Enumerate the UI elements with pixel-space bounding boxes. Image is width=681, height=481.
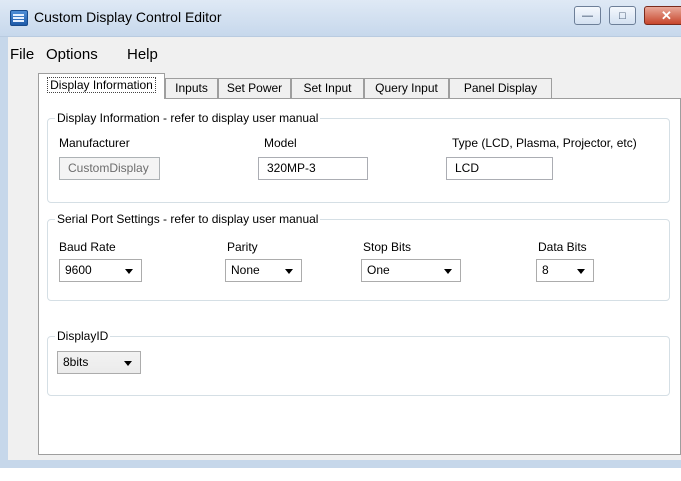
title-bar[interactable]: Custom Display Control Editor — □ ✕ xyxy=(0,0,681,37)
menu-bar: File Options Help xyxy=(8,37,681,63)
chevron-down-icon xyxy=(285,269,293,274)
parity-select[interactable]: None xyxy=(225,259,302,282)
manufacturer-field: CustomDisplay xyxy=(59,157,160,180)
stop-bits-label: Stop Bits xyxy=(363,240,412,254)
menu-help[interactable]: Help xyxy=(127,46,158,63)
maximize-icon: □ xyxy=(619,9,626,22)
tab-panel-display[interactable]: Panel Display xyxy=(449,78,552,98)
displayid-legend: DisplayID xyxy=(55,329,111,343)
minimize-button[interactable]: — xyxy=(574,6,601,25)
menu-options[interactable]: Options xyxy=(46,46,98,63)
serial-port-group: Serial Port Settings - refer to display … xyxy=(47,212,670,301)
baud-rate-value: 9600 xyxy=(65,263,92,277)
stop-bits-value: One xyxy=(367,263,390,277)
tab-set-input[interactable]: Set Input xyxy=(291,78,364,98)
close-button[interactable]: ✕ xyxy=(644,6,681,25)
model-label: Model xyxy=(264,136,297,150)
manufacturer-label: Manufacturer xyxy=(59,136,130,150)
tab-set-power[interactable]: Set Power xyxy=(218,78,291,98)
baud-rate-select[interactable]: 9600 xyxy=(59,259,142,282)
stop-bits-select[interactable]: One xyxy=(361,259,461,282)
serial-port-legend: Serial Port Settings - refer to display … xyxy=(55,212,321,226)
displayid-select[interactable]: 8bits xyxy=(57,351,141,374)
baud-rate-label: Baud Rate xyxy=(59,240,116,254)
data-bits-select[interactable]: 8 xyxy=(536,259,594,282)
display-information-group: Display Information - refer to display u… xyxy=(47,111,670,203)
displayid-group: DisplayID 8bits xyxy=(47,329,670,396)
parity-label: Parity xyxy=(227,240,258,254)
tab-display-information[interactable]: Display Information xyxy=(38,73,165,99)
type-label: Type (LCD, Plasma, Projector, etc) xyxy=(452,136,637,150)
display-information-legend: Display Information - refer to display u… xyxy=(55,111,321,125)
maximize-button[interactable]: □ xyxy=(609,6,636,25)
minimize-icon: — xyxy=(582,9,593,22)
window-title: Custom Display Control Editor xyxy=(34,9,222,25)
parity-value: None xyxy=(231,263,260,277)
chevron-down-icon xyxy=(124,361,132,366)
tab-inputs[interactable]: Inputs xyxy=(165,78,218,98)
displayid-value: 8bits xyxy=(63,355,89,369)
tab-panel: Display Information - refer to display u… xyxy=(38,98,681,455)
tab-query-input[interactable]: Query Input xyxy=(364,78,449,98)
app-icon xyxy=(10,10,28,26)
close-icon: ✕ xyxy=(661,7,672,23)
chevron-down-icon xyxy=(125,269,133,274)
chevron-down-icon xyxy=(444,269,452,274)
type-field[interactable]: LCD xyxy=(446,157,553,180)
data-bits-value: 8 xyxy=(542,263,549,277)
chevron-down-icon xyxy=(577,269,585,274)
model-field[interactable]: 320MP-3 xyxy=(258,157,368,180)
menu-file[interactable]: File xyxy=(10,46,34,63)
data-bits-label: Data Bits xyxy=(538,240,587,254)
